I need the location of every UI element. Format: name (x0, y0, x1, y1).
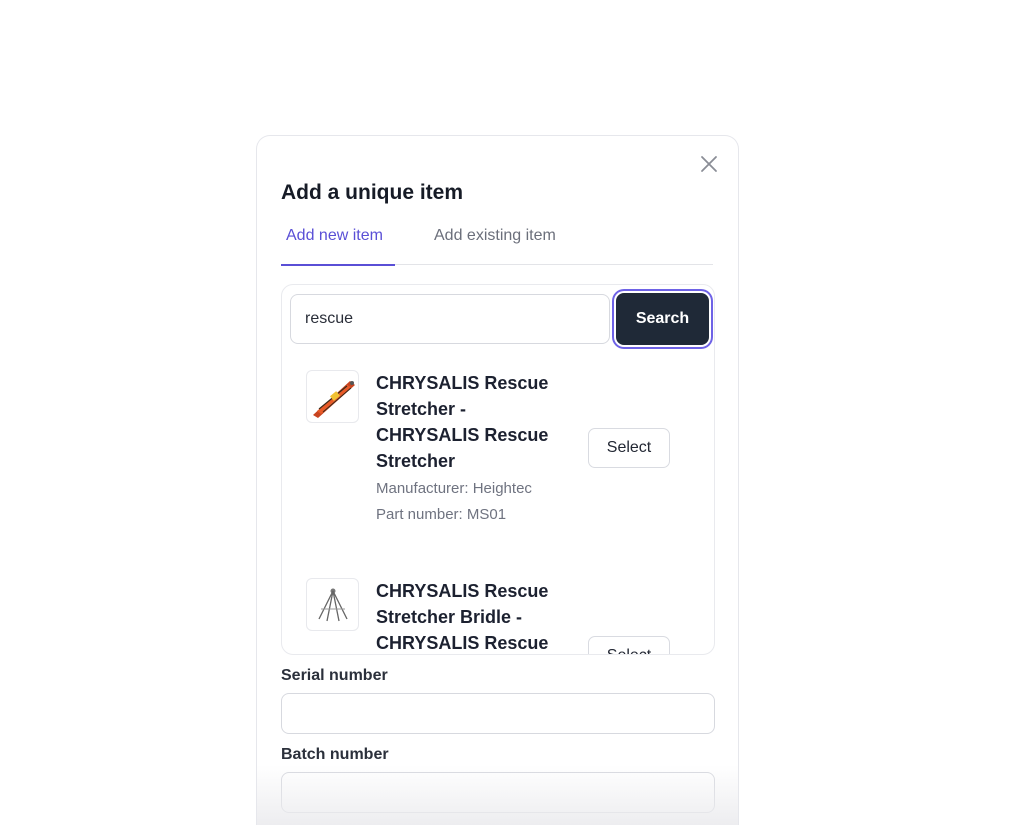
batch-number-field[interactable] (281, 772, 715, 813)
select-button[interactable]: Select (588, 428, 670, 468)
tab-add-existing-item[interactable]: Add existing item (434, 222, 556, 264)
result-item: CHRYSALIS Rescue Stretcher - CHRYSALIS R… (306, 370, 706, 530)
search-input[interactable] (290, 294, 610, 344)
result-manufacturer: Manufacturer: Heightec (376, 480, 532, 497)
close-icon (701, 156, 717, 172)
result-name: CHRYSALIS Rescue Stretcher Bridle - CHRY… (376, 581, 549, 653)
close-button[interactable] (697, 152, 721, 176)
serial-number-label: Serial number (281, 667, 388, 684)
add-unique-item-modal: Add a unique item Add new item Add exist… (256, 135, 739, 825)
batch-number-label: Batch number (281, 746, 389, 763)
result-part-number: Part number: MS01 (376, 506, 507, 523)
select-button[interactable]: Select (588, 636, 670, 654)
search-button[interactable]: Search (616, 293, 709, 345)
serial-number-field[interactable] (281, 693, 715, 734)
result-item: CHRYSALIS Rescue Stretcher Bridle - CHRY… (306, 578, 706, 654)
result-name: CHRYSALIS Rescue Stretcher - CHRYSALIS R… (376, 373, 549, 471)
search-results-panel[interactable]: Search CHRYSALIS Rescue Stretcher - CHRY… (281, 284, 715, 655)
tab-bar: Add new item Add existing item (281, 222, 713, 266)
tab-add-new-item[interactable]: Add new item (281, 222, 395, 266)
modal-title: Add a unique item (281, 181, 464, 204)
bridle-image (306, 578, 359, 631)
stretcher-image (306, 370, 359, 423)
